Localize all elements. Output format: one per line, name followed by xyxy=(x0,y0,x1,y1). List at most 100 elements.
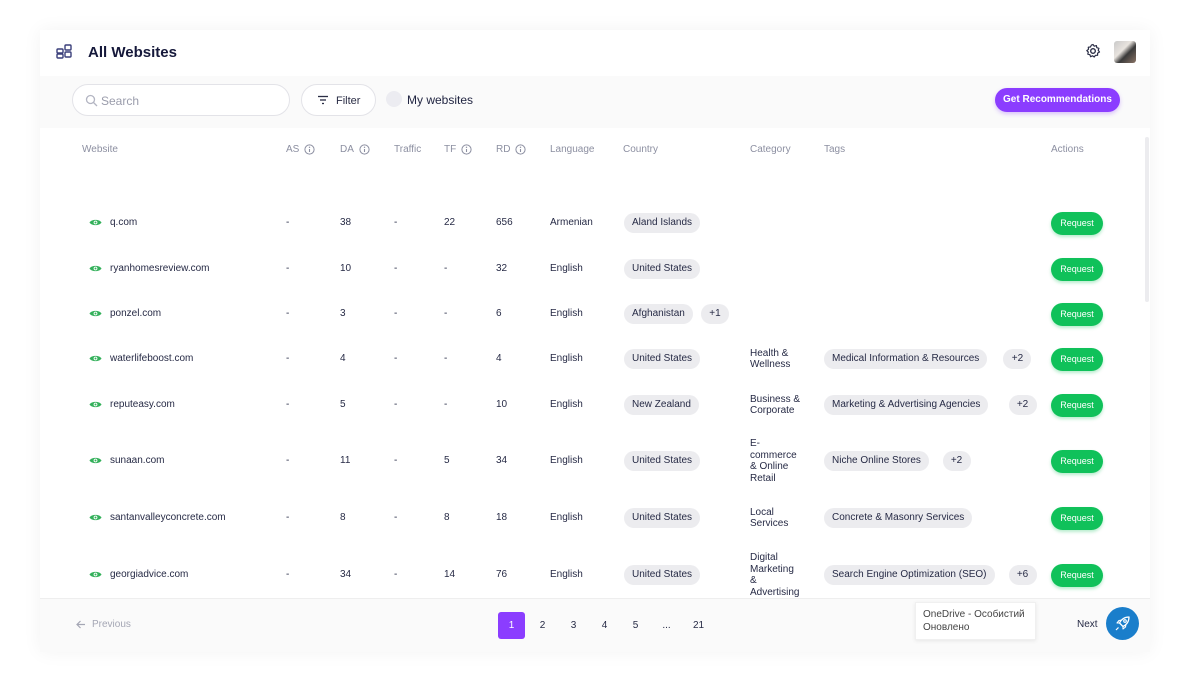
category-line: commerce xyxy=(750,449,797,461)
info-icon[interactable] xyxy=(515,144,527,155)
tag-more-badge[interactable]: +2 xyxy=(942,451,971,471)
rd-value: 32 xyxy=(496,263,508,274)
column-header-website[interactable]: Website xyxy=(82,144,118,155)
tag-more-badge[interactable]: +2 xyxy=(1008,395,1037,415)
category-value: E-commerce & Online Retail xyxy=(750,438,810,484)
category-value: Health & Wellness xyxy=(750,348,810,371)
request-button[interactable]: Request xyxy=(1051,212,1103,235)
column-header-as[interactable]: AS xyxy=(286,144,315,155)
request-button[interactable]: Request xyxy=(1051,303,1103,326)
eye-icon[interactable] xyxy=(89,513,102,522)
scrollbar[interactable] xyxy=(1145,137,1149,302)
category-value: Local Services xyxy=(750,507,810,530)
da-value: 4 xyxy=(340,353,346,364)
column-header-category[interactable]: Category xyxy=(750,144,791,155)
website-link[interactable]: ryanhomesreview.com xyxy=(110,263,209,274)
request-button[interactable]: Request xyxy=(1051,564,1103,587)
column-header-actions: Actions xyxy=(1051,144,1084,155)
traffic-value: - xyxy=(394,399,398,410)
rd-value: 4 xyxy=(496,353,502,364)
request-button[interactable]: Request xyxy=(1051,450,1103,473)
language-value: English xyxy=(550,308,583,319)
tag-more-badge[interactable]: +2 xyxy=(1003,349,1032,369)
request-button[interactable]: Request xyxy=(1051,258,1103,281)
eye-icon[interactable] xyxy=(89,309,102,318)
website-link[interactable]: q.com xyxy=(110,217,137,228)
website-link[interactable]: georgiadvice.com xyxy=(110,569,188,580)
website-link[interactable]: reputeasy.com xyxy=(110,399,175,410)
as-value: - xyxy=(286,512,290,523)
eye-icon[interactable] xyxy=(89,456,102,465)
website-link[interactable]: waterlifeboost.com xyxy=(110,353,193,364)
country-pill: Aland Islands xyxy=(624,213,701,233)
page-button[interactable]: 4 xyxy=(591,612,618,639)
column-header-language[interactable]: Language xyxy=(550,144,595,155)
traffic-value: - xyxy=(394,512,398,523)
page-ellipsis: ... xyxy=(662,620,671,631)
as-value: - xyxy=(286,399,290,410)
category-line: Corporate xyxy=(750,405,795,416)
traffic-value: - xyxy=(394,455,398,466)
request-button[interactable]: Request xyxy=(1051,394,1103,417)
as-value: - xyxy=(286,353,290,364)
arrow-left-icon xyxy=(76,620,85,629)
column-header-da[interactable]: DA xyxy=(340,144,370,155)
tf-value: 14 xyxy=(444,569,456,580)
page-button[interactable]: 2 xyxy=(529,612,556,639)
column-header-country[interactable]: Country xyxy=(623,144,658,155)
country-pill: Afghanistan xyxy=(624,304,693,324)
gear-icon[interactable] xyxy=(1085,43,1101,59)
avatar[interactable] xyxy=(1114,41,1136,63)
country-pill: United States xyxy=(624,259,701,279)
tf-value: - xyxy=(444,399,448,410)
eye-icon[interactable] xyxy=(89,354,102,363)
column-header-traffic[interactable]: Traffic xyxy=(394,144,421,155)
eye-icon[interactable] xyxy=(89,264,102,273)
grid-icon xyxy=(56,44,72,59)
tag-pill: Marketing & Advertising Agencies xyxy=(824,395,989,415)
country-more-badge[interactable]: +1 xyxy=(701,304,729,324)
column-header-tf[interactable]: TF xyxy=(444,144,472,155)
eye-icon[interactable] xyxy=(89,400,102,409)
website-link[interactable]: sunaan.com xyxy=(110,455,164,466)
request-button[interactable]: Request xyxy=(1051,348,1103,371)
tag-more-badge[interactable]: +6 xyxy=(1008,565,1037,585)
page-button[interactable]: 5 xyxy=(622,612,649,639)
language-value: English xyxy=(550,399,583,410)
info-icon[interactable] xyxy=(359,144,370,155)
rocket-icon xyxy=(1115,616,1130,631)
as-value: - xyxy=(286,217,290,228)
traffic-value: - xyxy=(394,263,398,274)
da-value: 3 xyxy=(340,308,346,319)
rocket-button[interactable] xyxy=(1106,607,1139,640)
info-icon[interactable] xyxy=(304,144,315,155)
da-value: 10 xyxy=(340,263,352,274)
onedrive-notification[interactable]: OneDrive - Особистий Оновлено xyxy=(915,602,1036,640)
column-header-tags[interactable]: Tags xyxy=(824,144,845,155)
previous-button[interactable]: Previous xyxy=(76,619,131,630)
language-value: English xyxy=(550,263,583,274)
category-line: Health & xyxy=(750,347,789,359)
search-input[interactable]: Search xyxy=(72,84,290,116)
website-link[interactable]: ponzel.com xyxy=(110,308,161,319)
language-value: English xyxy=(550,455,583,466)
info-icon[interactable] xyxy=(461,144,472,155)
page-title: All Websites xyxy=(88,44,177,61)
my-websites-label: My websites xyxy=(407,93,474,107)
next-button[interactable]: Next xyxy=(1077,619,1098,630)
page-button[interactable]: 1 xyxy=(498,612,525,639)
language-value: English xyxy=(550,512,583,523)
category-value: Business & Corporate xyxy=(750,394,810,417)
request-button[interactable]: Request xyxy=(1051,507,1103,530)
page-button[interactable]: 3 xyxy=(560,612,587,639)
as-value: - xyxy=(286,263,290,274)
tag-pill: Niche Online Stores xyxy=(824,451,929,471)
get-recommendations-button[interactable]: Get Recommendations xyxy=(995,88,1120,112)
page-button[interactable]: 21 xyxy=(685,612,712,639)
eye-icon[interactable] xyxy=(89,218,102,227)
website-link[interactable]: santanvalleyconcrete.com xyxy=(110,512,226,523)
my-websites-toggle[interactable] xyxy=(386,91,402,107)
filter-button[interactable]: Filter xyxy=(301,84,376,116)
column-header-rd[interactable]: RD xyxy=(496,144,527,155)
eye-icon[interactable] xyxy=(89,570,102,579)
